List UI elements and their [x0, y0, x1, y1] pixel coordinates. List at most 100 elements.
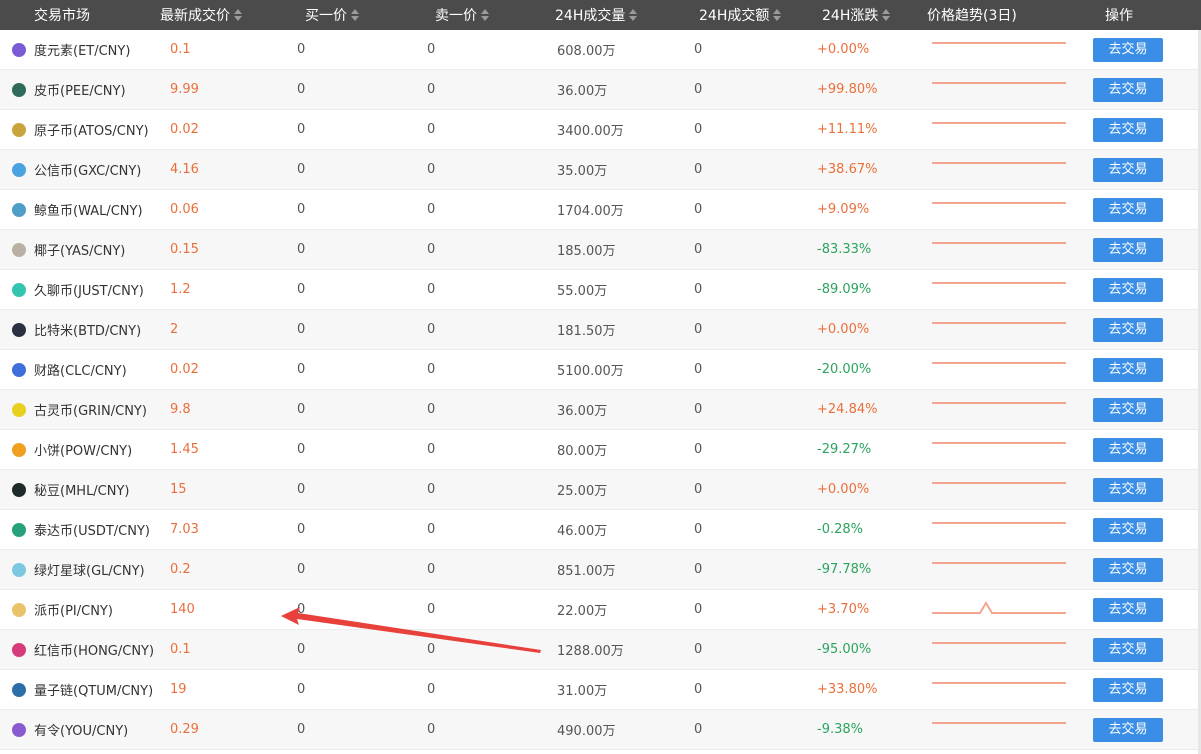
market-name[interactable]: 久聊币(JUST/CNY): [34, 280, 144, 299]
market-cell[interactable]: 鲸鱼币(WAL/CNY): [0, 200, 160, 219]
market-name[interactable]: 度元素(ET/CNY): [34, 40, 130, 59]
latest-price: 0.02: [170, 122, 199, 137]
market-cell[interactable]: 小饼(POW/CNY): [0, 440, 160, 459]
market-name[interactable]: 椰子(YAS/CNY): [34, 240, 125, 259]
market-name[interactable]: 小饼(POW/CNY): [34, 440, 132, 459]
market-name[interactable]: 原子币(ATOS/CNY): [34, 120, 149, 139]
buy-price: 0: [297, 42, 306, 57]
header-price[interactable]: 最新成交价: [160, 0, 297, 30]
market-name[interactable]: 红信币(HONG/CNY): [34, 640, 154, 659]
trade-button[interactable]: 去交易: [1093, 397, 1163, 422]
market-name[interactable]: 鲸鱼币(WAL/CNY): [34, 200, 143, 219]
change: -0.28%: [817, 522, 863, 537]
market-cell[interactable]: 久聊币(JUST/CNY): [0, 280, 160, 299]
market-cell[interactable]: 椰子(YAS/CNY): [0, 240, 160, 259]
sell-price: 0: [427, 482, 436, 497]
market-name[interactable]: 比特米(BTD/CNY): [34, 320, 141, 339]
trade-button[interactable]: 去交易: [1093, 197, 1163, 222]
market-cell[interactable]: 度元素(ET/CNY): [0, 40, 160, 59]
op-cell: 去交易: [1093, 77, 1193, 102]
market-cell[interactable]: 皮币(PEE/CNY): [0, 80, 160, 99]
trend-sparkline: [927, 155, 1093, 185]
table-row: 皮币(PEE/CNY) 9.99 0 0 36.00万 0 +99.80% 去交易: [0, 70, 1201, 110]
trade-button[interactable]: 去交易: [1093, 597, 1163, 622]
sparkline-path: [932, 241, 1066, 244]
market-cell[interactable]: 古灵币(GRIN/CNY): [0, 400, 160, 419]
market-cell[interactable]: 派币(PI/CNY): [0, 600, 160, 619]
market-name[interactable]: 派币(PI/CNY): [34, 600, 113, 619]
trade-button[interactable]: 去交易: [1093, 157, 1163, 182]
trade-button[interactable]: 去交易: [1093, 357, 1163, 382]
buy-price: 0: [297, 602, 306, 617]
market-cell[interactable]: 公信币(GXC/CNY): [0, 160, 160, 179]
market-cell[interactable]: 比特米(BTD/CNY): [0, 320, 160, 339]
trade-button[interactable]: 去交易: [1093, 77, 1163, 102]
header-buy[interactable]: 买一价: [297, 0, 427, 30]
market-cell[interactable]: 有令(YOU/CNY): [0, 720, 160, 739]
market-cell[interactable]: 绿灯星球(GL/CNY): [0, 560, 160, 579]
market-name[interactable]: 财路(CLC/CNY): [34, 360, 127, 379]
trade-button[interactable]: 去交易: [1093, 517, 1163, 542]
sell-price: 0: [427, 282, 436, 297]
sparkline-path: [932, 201, 1066, 204]
volume: 5100.00万: [557, 364, 624, 379]
latest-price: 0.06: [170, 202, 199, 217]
sort-icon[interactable]: [350, 8, 360, 22]
market-name[interactable]: 古灵币(GRIN/CNY): [34, 400, 147, 419]
table-row: 度元素(ET/CNY) 0.1 0 0 608.00万 0 +0.00% 去交易: [0, 30, 1201, 70]
trade-button[interactable]: 去交易: [1093, 437, 1163, 462]
market-cell[interactable]: 原子币(ATOS/CNY): [0, 120, 160, 139]
trade-button[interactable]: 去交易: [1093, 677, 1163, 702]
change: -20.00%: [817, 362, 872, 377]
header-change[interactable]: 24H涨跌: [817, 0, 927, 30]
sort-icon[interactable]: [772, 8, 782, 22]
market-name[interactable]: 泰达币(USDT/CNY): [34, 520, 150, 539]
trade-button[interactable]: 去交易: [1093, 117, 1163, 142]
table-row: 派币(PI/CNY) 140 0 0 22.00万 0 +3.70% 去交易: [0, 590, 1201, 630]
market-cell[interactable]: 泰达币(USDT/CNY): [0, 520, 160, 539]
header-amount[interactable]: 24H成交额: [694, 0, 817, 30]
latest-price: 1.45: [170, 442, 199, 457]
market-name[interactable]: 绿灯星球(GL/CNY): [34, 560, 145, 579]
sort-icon[interactable]: [233, 8, 243, 22]
market-cell[interactable]: 秘豆(MHL/CNY): [0, 480, 160, 499]
trade-button[interactable]: 去交易: [1093, 277, 1163, 302]
market-cell[interactable]: 财路(CLC/CNY): [0, 360, 160, 379]
buy-price: 0: [297, 242, 306, 257]
amount: 0: [694, 482, 703, 497]
market-name[interactable]: 有令(YOU/CNY): [34, 720, 128, 739]
just-coin-icon: [12, 282, 26, 297]
buy-price: 0: [297, 202, 306, 217]
trade-button[interactable]: 去交易: [1093, 637, 1163, 662]
sparkline-path: [932, 681, 1066, 684]
buy-price: 0: [297, 642, 306, 657]
market-cell[interactable]: 量子链(QTUM/CNY): [0, 680, 160, 699]
trade-button[interactable]: 去交易: [1093, 717, 1163, 742]
sort-icon[interactable]: [628, 8, 638, 22]
amount: 0: [694, 682, 703, 697]
market-cell[interactable]: 红信币(HONG/CNY): [0, 640, 160, 659]
trade-button[interactable]: 去交易: [1093, 37, 1163, 62]
trade-button[interactable]: 去交易: [1093, 317, 1163, 342]
change: +24.84%: [817, 402, 878, 417]
header-sell[interactable]: 卖一价: [427, 0, 552, 30]
market-name[interactable]: 秘豆(MHL/CNY): [34, 480, 130, 499]
trade-button[interactable]: 去交易: [1093, 477, 1163, 502]
sort-icon[interactable]: [881, 8, 891, 22]
latest-price: 0.02: [170, 362, 199, 377]
sell-price: 0: [427, 242, 436, 257]
change: +33.80%: [817, 682, 878, 697]
market-name[interactable]: 皮币(PEE/CNY): [34, 80, 126, 99]
buy-price: 0: [297, 162, 306, 177]
market-name[interactable]: 量子链(QTUM/CNY): [34, 680, 153, 699]
table-row: 量子链(QTUM/CNY) 19 0 0 31.00万 0 +33.80% 去交易: [0, 670, 1201, 710]
trade-button[interactable]: 去交易: [1093, 237, 1163, 262]
hong-coin-icon: [12, 642, 26, 657]
header-volume[interactable]: 24H成交量: [552, 0, 694, 30]
latest-price: 2: [170, 322, 179, 337]
sell-price: 0: [427, 682, 436, 697]
sparkline-path: [932, 121, 1066, 124]
market-name[interactable]: 公信币(GXC/CNY): [34, 160, 141, 179]
trade-button[interactable]: 去交易: [1093, 557, 1163, 582]
sort-icon[interactable]: [480, 8, 490, 22]
